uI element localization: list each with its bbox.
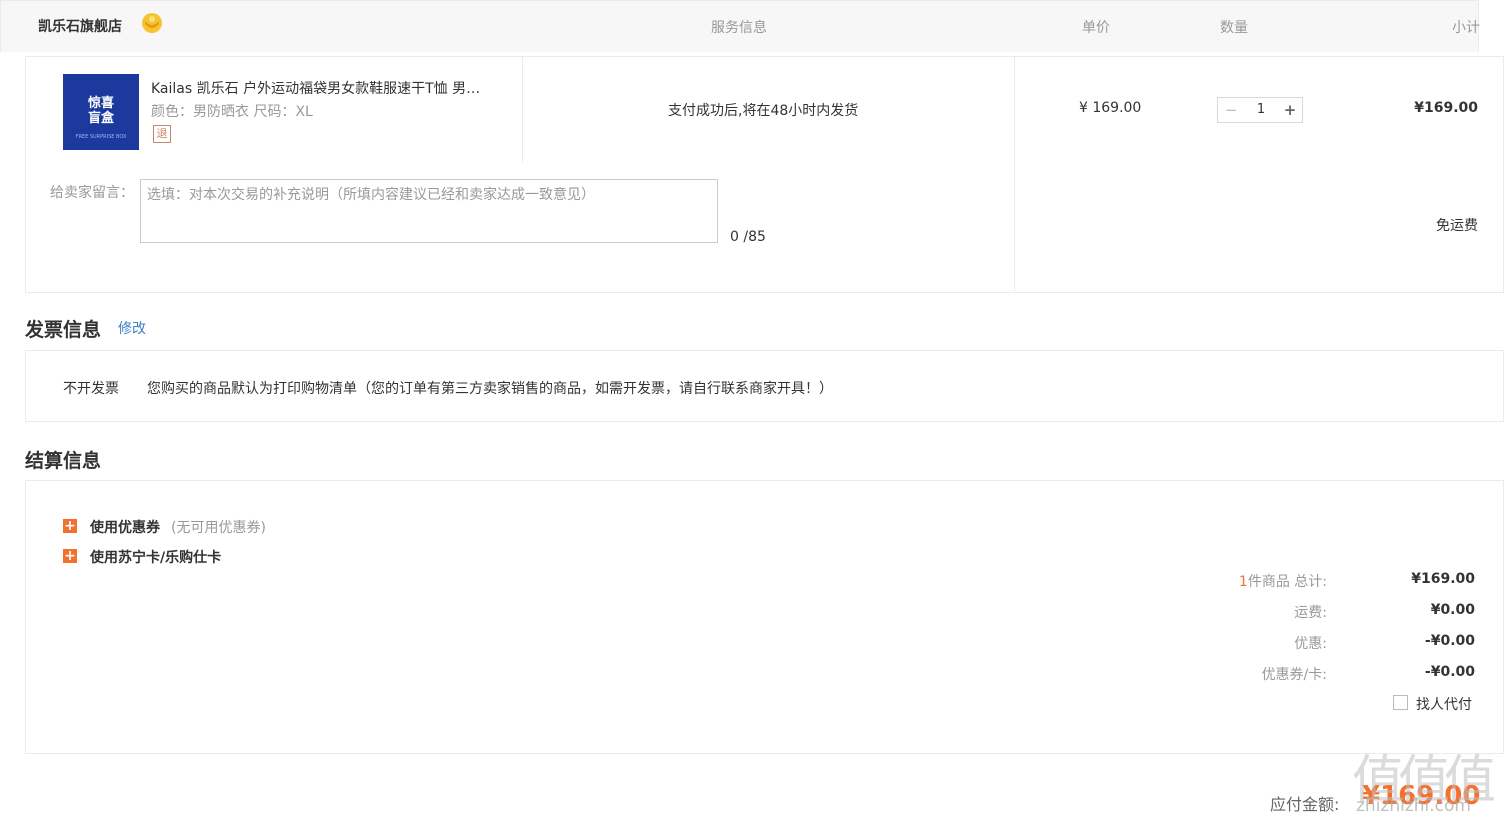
payable-amount-value: ¥169.00 bbox=[1362, 781, 1481, 811]
order-table-header: 凯乐石旗舰店 服务信息 单价 数量 小计 bbox=[0, 0, 1480, 52]
return-policy-badge: 退 bbox=[153, 125, 171, 143]
proxy-pay-checkbox[interactable] bbox=[1393, 695, 1408, 710]
header-service: 服务信息 bbox=[711, 20, 767, 36]
summary-total-label: 1件商品 总计: bbox=[1239, 571, 1327, 591]
summary-discount-value: -¥0.00 bbox=[1424, 633, 1475, 649]
seller-message-input[interactable] bbox=[140, 179, 718, 243]
thumbnail-title: 惊喜 盲盒 bbox=[87, 96, 114, 126]
payable-amount-label: 应付金额: bbox=[1270, 795, 1340, 814]
store-name[interactable]: 凯乐石旗舰店 bbox=[38, 16, 122, 36]
settlement-section-title: 结算信息 bbox=[25, 450, 102, 472]
invoice-note: 您购买的商品默认为打印购物清单（您的订单有第三方卖家销售的商品，如需开发票，请自… bbox=[147, 381, 833, 397]
expand-plus-icon[interactable]: + bbox=[63, 519, 77, 533]
summary-coupon-card-label: 优惠券/卡: bbox=[1261, 667, 1327, 683]
coupon-availability-note: (无可用优惠券) bbox=[171, 520, 266, 536]
product-thumbnail[interactable]: 惊喜 盲盒 FREE SURPRISE BOX bbox=[63, 74, 139, 150]
store-badge-icon bbox=[142, 13, 162, 33]
shipping-promise: 支付成功后,将在48小时内发货 bbox=[668, 103, 859, 119]
quantity-decrease-button[interactable]: − bbox=[1218, 98, 1244, 122]
column-divider bbox=[1014, 57, 1015, 163]
product-attributes: 颜色：男防晒衣 尺码：XL bbox=[151, 104, 313, 120]
unit-price: ¥ 169.00 bbox=[1079, 100, 1142, 116]
message-char-counter: 0 /85 bbox=[730, 229, 766, 245]
invoice-type: 不开发票 bbox=[63, 381, 119, 397]
shipping-fee-text: 免运费 bbox=[1436, 218, 1478, 234]
column-divider bbox=[522, 57, 523, 163]
settlement-panel: + 使用优惠券 (无可用优惠券) + 使用苏宁卡/乐购仕卡 1件商品 总计: ¥… bbox=[25, 480, 1504, 754]
item-count-suffix: 件商品 总计: bbox=[1247, 574, 1327, 590]
product-name-link[interactable]: Kailas 凯乐石 户外运动福袋男女款鞋服速干T恤 男… bbox=[151, 78, 480, 98]
use-coupon-toggle[interactable]: 使用优惠券 bbox=[90, 517, 160, 537]
header-unit-price: 单价 bbox=[1082, 20, 1110, 36]
header-quantity: 数量 bbox=[1220, 20, 1248, 36]
column-divider bbox=[1014, 162, 1015, 291]
summary-shipping-value: ¥0.00 bbox=[1430, 602, 1475, 618]
expand-plus-icon[interactable]: + bbox=[63, 549, 77, 563]
summary-shipping-label: 运费: bbox=[1294, 605, 1327, 621]
invoice-panel: 不开发票 您购买的商品默认为打印购物清单（您的订单有第三方卖家销售的商品，如需开… bbox=[25, 350, 1504, 422]
summary-discount-label: 优惠: bbox=[1294, 636, 1327, 652]
header-subtotal: 小计 bbox=[1452, 20, 1480, 36]
summary-coupon-card-value: -¥0.00 bbox=[1424, 664, 1475, 680]
item-count: 1 bbox=[1238, 574, 1248, 590]
seller-message-label: 给卖家留言： bbox=[50, 185, 134, 201]
order-item-row: 惊喜 盲盒 FREE SURPRISE BOX Kailas 凯乐石 户外运动福袋… bbox=[25, 56, 1504, 163]
quantity-stepper: − 1 + bbox=[1217, 97, 1303, 123]
invoice-edit-link[interactable]: 修改 bbox=[118, 318, 146, 338]
invoice-section-title: 发票信息 bbox=[25, 319, 102, 341]
item-subtotal: ¥169.00 bbox=[1414, 100, 1478, 116]
seller-message-row: 给卖家留言： 0 /85 免运费 bbox=[25, 162, 1504, 293]
proxy-pay-label[interactable]: 找人代付 bbox=[1416, 694, 1472, 714]
summary-total-value: ¥169.00 bbox=[1411, 571, 1475, 587]
use-giftcard-toggle[interactable]: 使用苏宁卡/乐购仕卡 bbox=[90, 547, 221, 567]
quantity-input[interactable]: 1 bbox=[1244, 98, 1278, 122]
thumbnail-subtitle: FREE SURPRISE BOX bbox=[75, 134, 127, 140]
quantity-increase-button[interactable]: + bbox=[1278, 98, 1302, 122]
